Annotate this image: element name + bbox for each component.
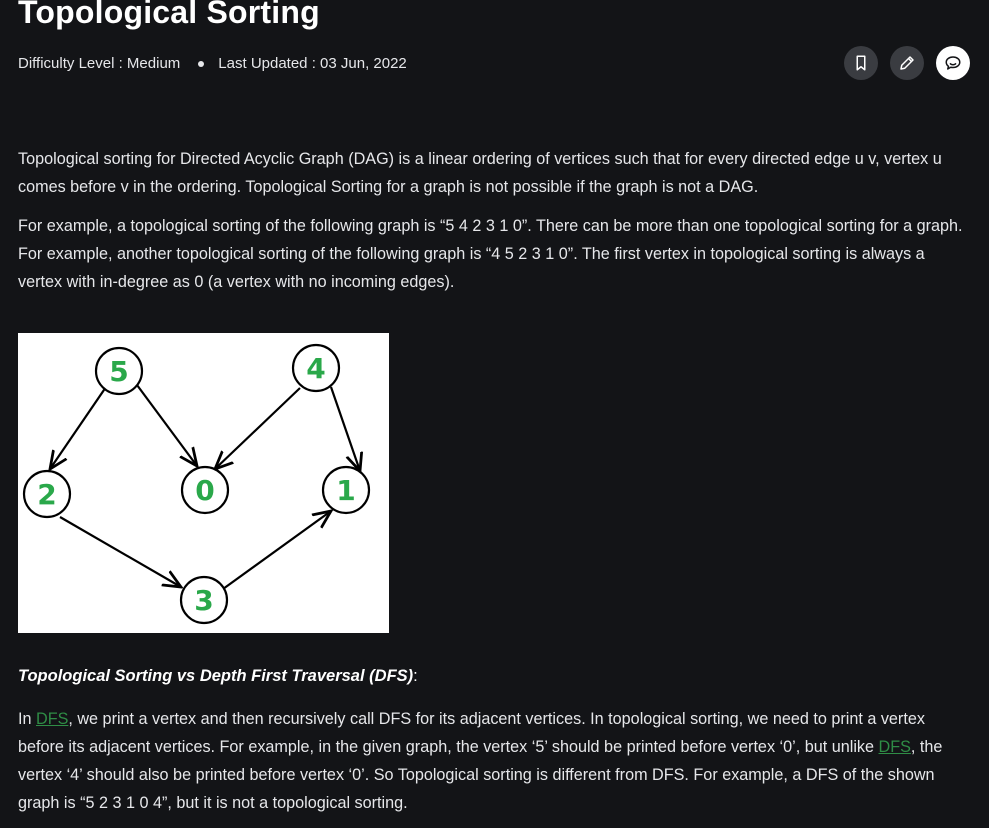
- node-label-2: 2: [37, 478, 56, 511]
- dfs-paragraph-part-a: , we print a vertex and then recursively…: [18, 710, 925, 756]
- article-meta: Difficulty Level : Medium Last Updated :…: [18, 55, 407, 72]
- section-heading-colon: :: [413, 667, 418, 685]
- dfs-link[interactable]: DFS: [36, 710, 68, 728]
- last-updated: Last Updated : 03 Jun, 2022: [218, 55, 407, 72]
- dfs-paragraph-in: In: [18, 710, 36, 728]
- edge-5-2: [50, 386, 107, 469]
- edge-2-3: [59, 516, 181, 587]
- separator-dot: [198, 60, 205, 67]
- intro-paragraph: Topological sorting for Directed Acyclic…: [18, 150, 942, 196]
- article-actions: [844, 46, 970, 80]
- dag-figure: 5 4 2 0 1 3: [18, 333, 389, 633]
- edge-4-1: [329, 386, 360, 471]
- discuss-button[interactable]: [936, 46, 970, 80]
- chat-icon: [945, 56, 961, 70]
- difficulty-level: Difficulty Level : Medium: [18, 55, 181, 72]
- dag-graph: 5 4 2 0 1 3: [22, 343, 371, 625]
- page-title: Topological Sorting: [18, 0, 320, 30]
- node-label-5: 5: [109, 355, 128, 388]
- section-heading-text: Topological Sorting vs Depth First Trave…: [18, 667, 414, 685]
- node-label-3: 3: [194, 584, 213, 617]
- section-heading: Topological Sorting vs Depth First Trave…: [18, 667, 418, 686]
- example-paragraph: For example, a topological sorting of th…: [18, 217, 963, 291]
- pencil-icon: [900, 56, 914, 70]
- edge-4-0: [215, 387, 301, 469]
- edge-5-0: [136, 384, 197, 466]
- bookmark-icon: [856, 55, 866, 71]
- node-label-1: 1: [336, 474, 355, 507]
- dfs-paragraph: In DFS, we print a vertex and then recur…: [18, 705, 973, 817]
- edit-button[interactable]: [890, 46, 924, 80]
- edge-3-1: [222, 511, 331, 590]
- node-label-4: 4: [306, 352, 325, 385]
- bookmark-button[interactable]: [844, 46, 878, 80]
- node-label-0: 0: [195, 474, 214, 507]
- dfs-link-second[interactable]: DFS: [879, 738, 911, 756]
